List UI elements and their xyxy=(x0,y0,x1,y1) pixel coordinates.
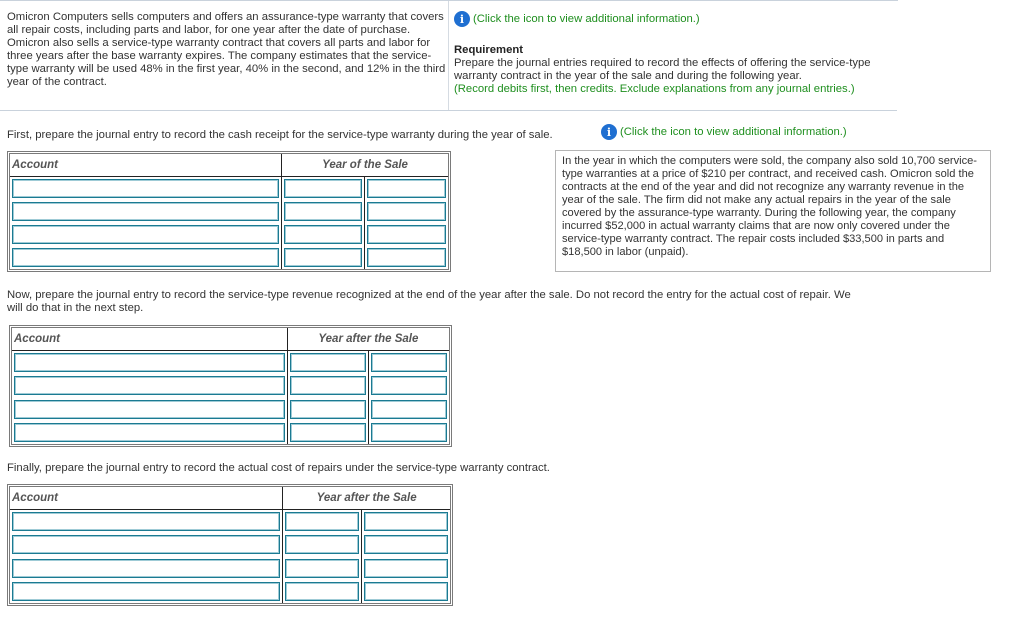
account-input[interactable] xyxy=(12,535,281,555)
info-link-text[interactable]: (Click the icon to view additional infor… xyxy=(620,126,847,138)
period-header: Year of the Sale xyxy=(281,154,448,177)
debit-input[interactable] xyxy=(289,353,366,373)
table-row xyxy=(10,509,450,534)
panel-divider xyxy=(448,1,449,110)
credit-input[interactable] xyxy=(364,535,448,555)
account-header: Account xyxy=(12,328,288,351)
table-row xyxy=(10,533,450,557)
credit-input[interactable] xyxy=(370,376,447,396)
debit-input[interactable] xyxy=(284,248,363,267)
additional-info-box: In the year in which the computers were … xyxy=(555,150,991,272)
credit-input[interactable] xyxy=(364,558,448,578)
debit-input[interactable] xyxy=(284,179,363,198)
step1-info-link-row[interactable]: i (Click the icon to view additional inf… xyxy=(601,124,847,140)
debit-input[interactable] xyxy=(289,399,366,419)
problem-statement: Omicron Computers sells computers and of… xyxy=(7,11,446,88)
debit-input[interactable] xyxy=(284,225,363,244)
debit-input[interactable] xyxy=(285,535,360,555)
account-input[interactable] xyxy=(14,422,285,442)
step3-instruction: Finally, prepare the journal entry to re… xyxy=(7,462,550,474)
account-header: Account xyxy=(10,154,283,177)
debit-input[interactable] xyxy=(285,558,360,578)
requirement-title: Requirement xyxy=(454,44,524,56)
debit-input[interactable] xyxy=(289,422,366,442)
account-input[interactable] xyxy=(12,512,281,532)
credit-input[interactable] xyxy=(370,422,447,442)
account-input[interactable] xyxy=(12,558,281,578)
credit-input[interactable] xyxy=(367,225,446,244)
table-row xyxy=(10,579,450,603)
credit-input[interactable] xyxy=(364,581,448,601)
table-row xyxy=(10,246,448,269)
credit-input[interactable] xyxy=(367,179,446,198)
info-icon[interactable]: i xyxy=(601,124,617,140)
account-input[interactable] xyxy=(12,225,280,244)
credit-input[interactable] xyxy=(364,512,448,532)
table-row xyxy=(12,397,449,421)
table-row xyxy=(10,200,448,223)
table-row xyxy=(10,223,448,246)
debit-input[interactable] xyxy=(289,376,366,396)
journal-table-year-of-sale: Account Year of the Sale xyxy=(7,151,451,272)
requirement-body: Prepare the journal entries required to … xyxy=(454,57,871,82)
debit-input[interactable] xyxy=(285,581,360,601)
account-input[interactable] xyxy=(12,581,281,601)
requirement-note: (Record debits first, then credits. Excl… xyxy=(454,83,855,95)
credit-input[interactable] xyxy=(370,353,447,373)
credit-input[interactable] xyxy=(367,202,446,221)
account-input[interactable] xyxy=(14,376,285,396)
table-row xyxy=(10,556,450,580)
info-link-row[interactable]: i (Click the icon to view additional inf… xyxy=(454,11,904,27)
journal-table-revenue-recognition: Account Year after the Sale xyxy=(9,325,452,447)
table-row xyxy=(10,176,448,200)
table-row xyxy=(12,420,449,444)
account-header: Account xyxy=(10,487,284,510)
credit-input[interactable] xyxy=(370,399,447,419)
section-divider xyxy=(0,110,897,111)
step2-instruction: Now, prepare the journal entry to record… xyxy=(7,289,851,314)
debit-input[interactable] xyxy=(284,202,363,221)
credit-input[interactable] xyxy=(367,248,446,267)
account-input[interactable] xyxy=(12,179,280,198)
period-header: Year after the Sale xyxy=(287,328,449,351)
requirement-panel: i (Click the icon to view additional inf… xyxy=(454,11,904,96)
debit-input[interactable] xyxy=(285,512,360,532)
info-link-text[interactable]: (Click the icon to view additional infor… xyxy=(473,13,700,26)
account-input[interactable] xyxy=(12,248,280,267)
journal-table-repair-costs: Account Year after the Sale xyxy=(7,484,453,606)
info-icon[interactable]: i xyxy=(454,11,470,27)
account-input[interactable] xyxy=(12,202,280,221)
account-input[interactable] xyxy=(14,353,285,373)
account-input[interactable] xyxy=(14,399,285,419)
period-header: Year after the Sale xyxy=(282,487,450,510)
step1-instruction: First, prepare the journal entry to reco… xyxy=(7,129,553,141)
table-row xyxy=(12,374,449,398)
table-row xyxy=(12,350,449,375)
top-rule xyxy=(0,0,898,1)
